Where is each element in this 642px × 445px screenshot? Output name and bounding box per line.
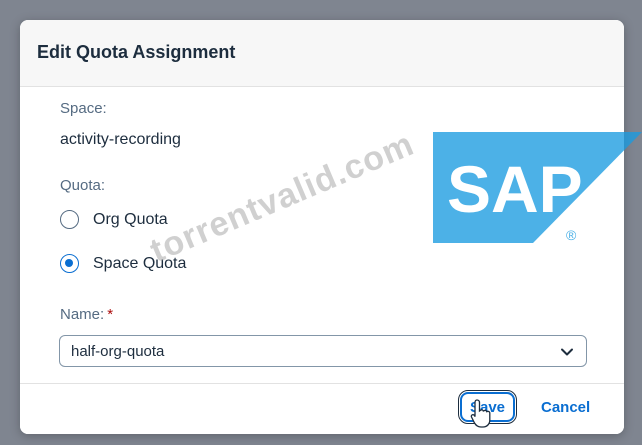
cancel-button[interactable]: Cancel: [533, 392, 598, 422]
name-label-row: Name: *: [60, 306, 113, 323]
name-select[interactable]: half-org-quota: [59, 335, 587, 367]
sap-logo: SAP ®: [433, 132, 642, 243]
pointer-cursor-icon: [470, 399, 491, 428]
radio-org-quota[interactable]: Org Quota: [60, 210, 168, 229]
dialog-title: Edit Quota Assignment: [37, 42, 236, 62]
dialog-header: Edit Quota Assignment: [20, 20, 624, 87]
name-select-value: half-org-quota: [71, 343, 165, 360]
space-label: Space:: [60, 100, 107, 117]
radio-org-quota-label: Org Quota: [93, 210, 168, 228]
radio-org-quota-circle[interactable]: [60, 210, 79, 229]
sap-logo-text: SAP: [447, 152, 583, 226]
chevron-down-icon[interactable]: [560, 345, 574, 359]
space-value: activity-recording: [60, 131, 181, 148]
name-label: Name:: [60, 306, 105, 323]
svg-text:®: ®: [566, 227, 577, 243]
dialog-footer: Save Cancel: [20, 383, 624, 434]
quota-label: Quota:: [60, 177, 106, 194]
radio-space-quota-circle[interactable]: [60, 254, 79, 273]
required-mark: *: [107, 306, 114, 323]
